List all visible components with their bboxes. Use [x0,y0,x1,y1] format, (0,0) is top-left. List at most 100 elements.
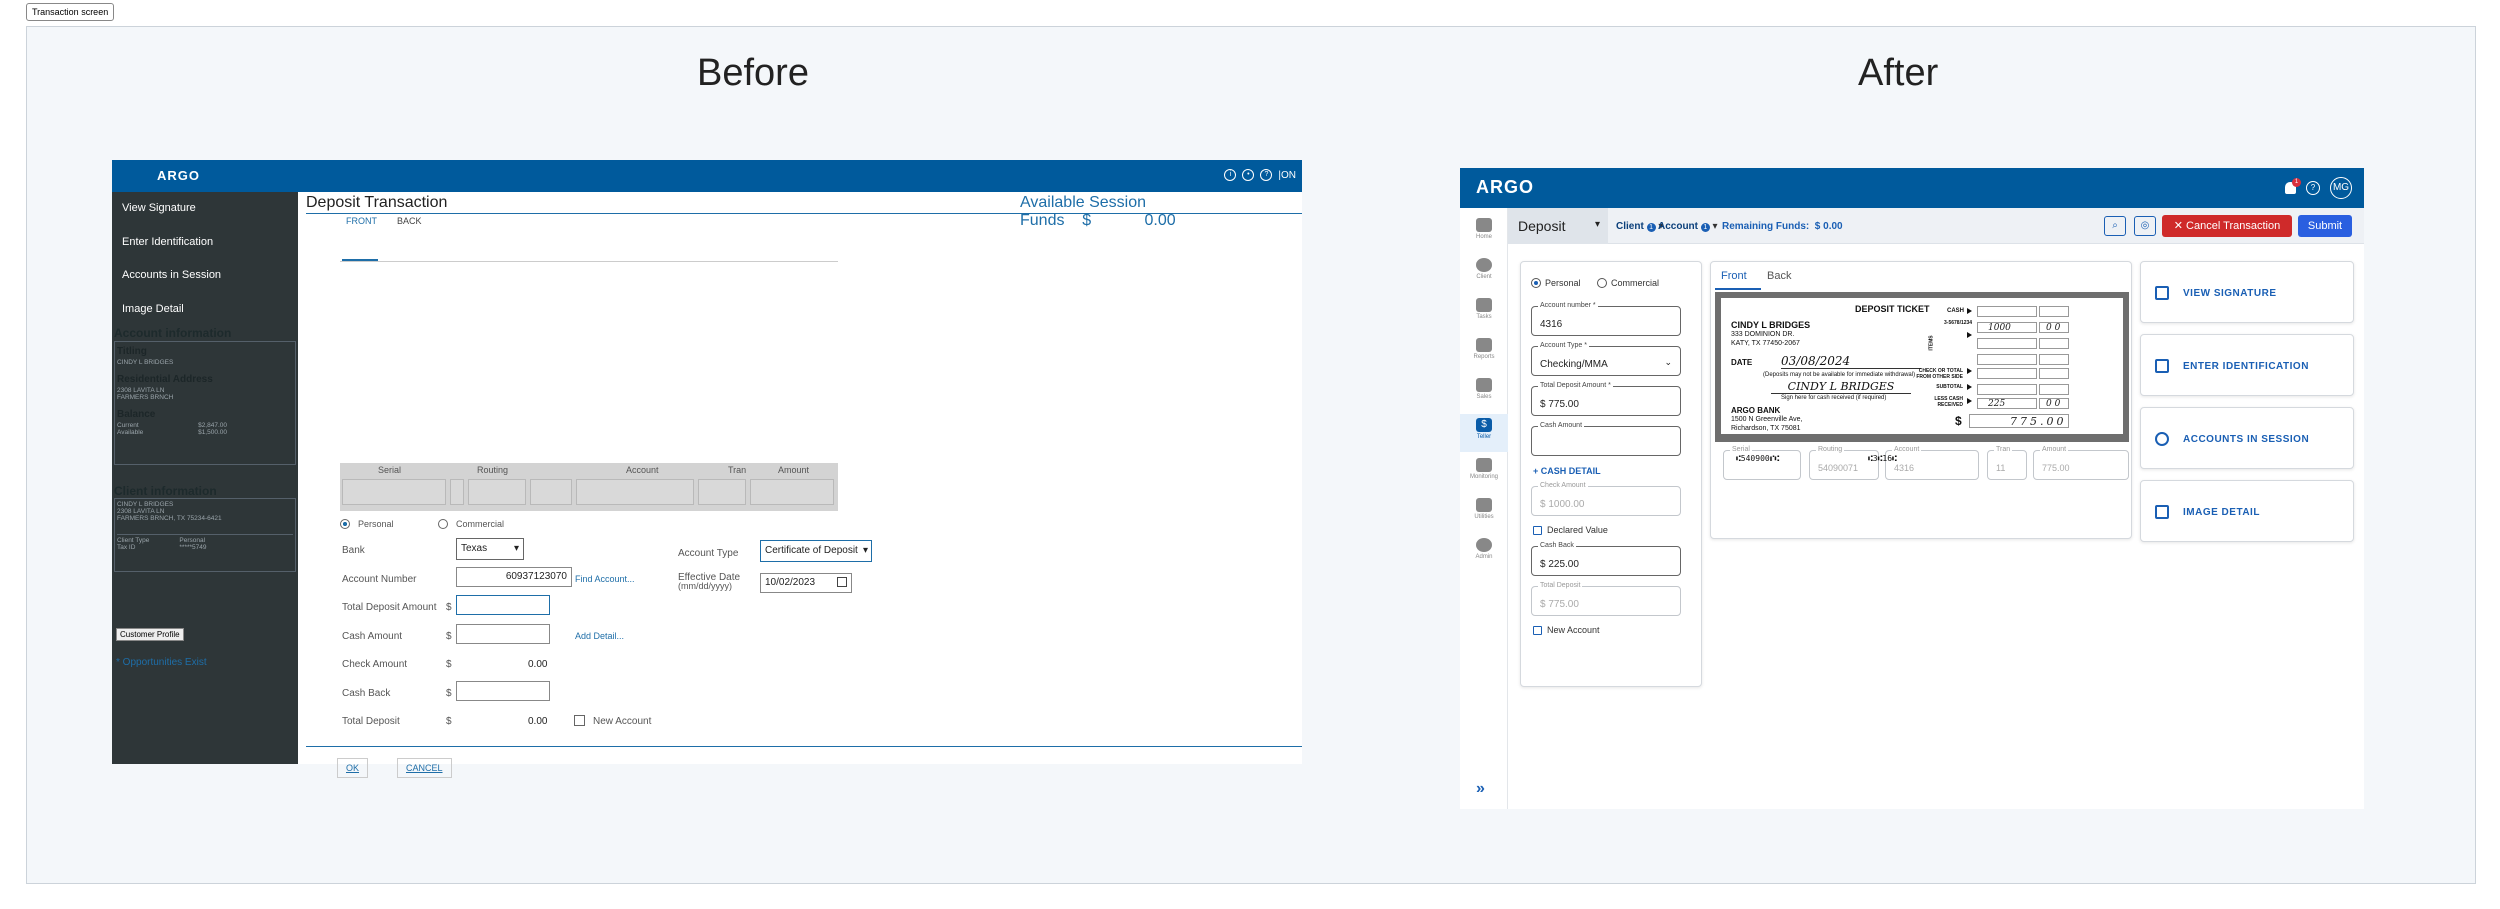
currency-symbol: $ [446,716,452,727]
cash-back-field[interactable]: Cash Back $ 225.00 [1531,542,1681,576]
tab-back[interactable]: Back [1767,270,1791,282]
find-account-link[interactable]: Find Account... [575,574,635,584]
micr-serial[interactable] [342,479,446,505]
sidebar-item-home[interactable]: Home [1460,214,1508,252]
enter-identification-button[interactable]: ENTER IDENTIFICATION [2140,334,2354,396]
cash-amount-field[interactable]: Cash Amount [1531,422,1681,456]
bell-icon[interactable]: 1 [2285,178,2301,194]
nav-image-detail[interactable]: Image Detail [122,303,184,315]
currency-symbol: $ [446,659,452,670]
nav-accounts-in-session[interactable]: Accounts in Session [122,269,221,281]
opportunities-link[interactable]: * Opportunities Exist [116,657,207,668]
view-signature-button[interactable]: VIEW SIGNATURE [2140,261,2354,323]
ticket-date-value: 03/08/2024 [1781,354,1921,369]
expand-sidebar-icon[interactable]: » [1476,780,1485,798]
sidebar-item-monitoring[interactable]: Monitoring [1460,454,1508,492]
account-menu[interactable]: Account 1 ▾ [1658,221,1718,232]
info-icon[interactable]: i [1224,169,1237,181]
list-icon [1476,298,1492,312]
deposit-ticket-image: DEPOSIT TICKET CINDY L BRIDGES 333 DOMIN… [1715,292,2129,442]
sidebar-item-teller[interactable]: $ Teller [1460,414,1508,452]
bank-select[interactable]: Texas ▾ [456,538,524,560]
cash-detail-link[interactable]: + CASH DETAIL [1533,466,1601,476]
account-number-field[interactable]: Account number * 4316 [1531,302,1681,336]
ticket-note1: (Deposits may not be available for immed… [1763,372,1916,378]
account-type-select[interactable]: Account Type * Checking/MMA ⌄ [1531,342,1681,376]
avatar[interactable]: MG [2330,177,2352,199]
help-icon[interactable]: ? [1260,169,1273,181]
ticket-date-label: DATE [1731,358,1753,367]
ticket-items-label: ITEMS [1928,335,1935,351]
sidebar-item-utilities[interactable]: Utilities [1460,494,1508,532]
accounts-in-session-button[interactable]: ACCOUNTS IN SESSION [2140,407,2354,469]
effective-date-input[interactable]: 10/02/2023 [760,573,852,593]
ticket-less-cash-label: LESS CASH RECEIVED [1934,396,1963,408]
shield-icon[interactable]: ◎ [2134,216,2156,236]
calendar-icon[interactable] [837,577,847,587]
settings-icon[interactable]: • [1242,169,1255,181]
tab-front[interactable]: Front [1721,270,1747,282]
nav-enter-identification[interactable]: Enter Identification [122,236,213,248]
chevron-down-icon: ⌄ [1664,357,1672,367]
new-account-checkbox[interactable] [1533,626,1542,635]
total-deposit-input[interactable] [456,595,550,615]
customer-profile-button[interactable]: Customer Profile [116,628,184,641]
bank-label: Bank [342,545,365,556]
cash-back-input[interactable] [456,681,550,701]
ticket-box-check2-cents [2039,338,2069,349]
sidebar-item-admin[interactable]: Admin [1460,534,1508,572]
micr-account[interactable] [576,479,694,505]
radio-personal[interactable] [1531,278,1541,288]
monitor-icon [1476,458,1492,472]
available-label: Available [117,429,144,436]
effective-date-format: (mm/dd/yyyy) [678,581,732,591]
sidebar-item-reports[interactable]: Reports [1460,334,1508,372]
ticket-box-cash-cents [2039,306,2069,317]
sidebar-item-sales[interactable]: Sales [1460,374,1508,412]
radio-personal[interactable] [340,519,350,529]
cancel-transaction-button[interactable]: ✕ Cancel Transaction [2162,215,2292,237]
tab-front[interactable]: FRONT [346,216,377,226]
titling-value: CINDY L BRIDGES [117,359,174,366]
add-detail-link[interactable]: Add Detail... [575,631,624,641]
ticket-box-check3-cents [2039,354,2069,365]
ticket-micr-routing: ⑆540900⑈⑆ [1736,454,1780,463]
account-type-select[interactable]: Certificate of Deposit ▾ [760,540,872,562]
total-deposit2-label: Total Deposit [342,716,400,727]
new-account-checkbox[interactable] [574,715,585,726]
sidebar-item-client[interactable]: Client [1460,254,1508,292]
total-deposit2-value: 0.00 [528,716,548,727]
micr-header-routing: Routing [477,465,509,475]
client-menu[interactable]: Client 1 ▾ [1616,221,1663,232]
ticket-box-check2 [1977,338,2037,349]
help-icon[interactable]: ? [2306,181,2320,195]
ticket-micr-account: ⑆3⑆16⑆ [1868,454,1897,463]
ok-button[interactable]: OK [337,758,369,778]
cash-back-label: Cash Back [342,688,391,699]
micr-tran[interactable] [698,479,746,505]
micr-amount[interactable] [750,479,834,505]
micr-header-serial: Serial [378,465,402,475]
search-icon[interactable]: ⌕ [2104,216,2126,236]
current-value: $2,847.00 [198,422,227,429]
cancel-button[interactable]: CANCEL [397,758,452,778]
declared-value-checkbox[interactable] [1533,526,1542,535]
account-count-badge: 1 [1700,223,1710,232]
account-number-input[interactable]: 60937123070 [456,567,572,587]
tab-back[interactable]: BACK [397,216,422,226]
tax-id-label: Tax ID [117,544,136,551]
check-amount-field: Check Amount $ 1000.00 [1531,482,1681,516]
radio-commercial[interactable] [1597,278,1607,288]
image-detail-button[interactable]: IMAGE DETAIL [2140,480,2354,542]
nav-view-signature[interactable]: View Signature [122,202,196,214]
ticket-box-check3 [1977,354,2037,365]
micr-routing[interactable] [468,479,526,505]
total-deposit-field[interactable]: Total Deposit Amount * $ 775.00 [1531,382,1681,416]
transaction-screen-tag[interactable]: Transaction screen [26,3,115,21]
cash-amount-input[interactable] [456,624,550,644]
submit-button[interactable]: Submit [2298,215,2352,237]
radio-commercial[interactable] [438,519,448,529]
res-label: Residential Address [117,374,213,385]
sidebar-item-tasks[interactable]: Tasks [1460,294,1508,332]
transaction-type-select[interactable]: Deposit ▾ [1508,208,1608,244]
